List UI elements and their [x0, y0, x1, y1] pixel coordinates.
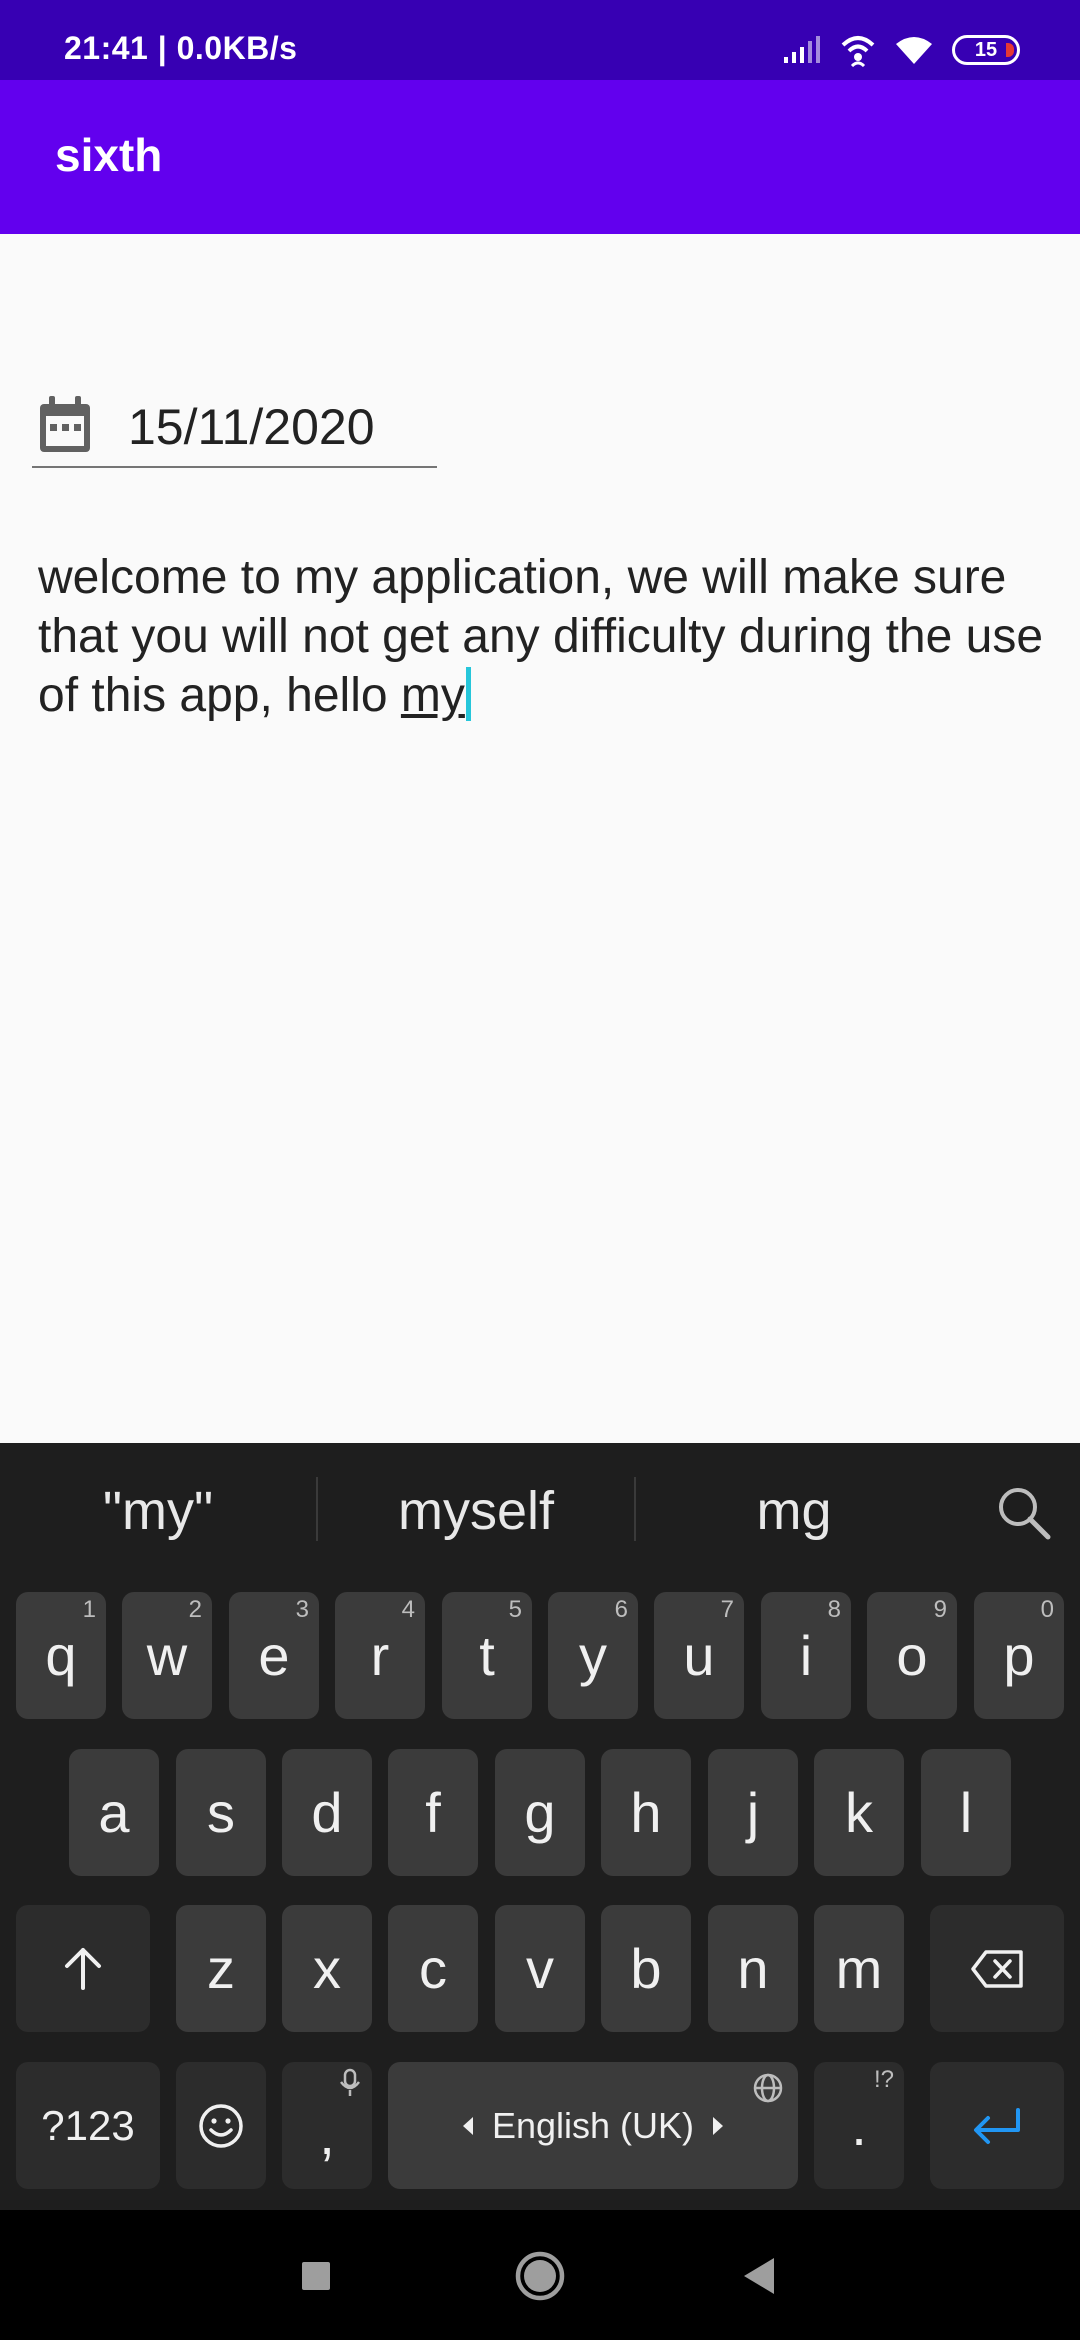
- space-language: English (UK): [462, 2105, 724, 2147]
- key-r[interactable]: r4: [335, 1592, 425, 1719]
- key-i[interactable]: i8: [761, 1592, 851, 1719]
- status-bar: 21:41 | 0.0KB/s 15: [0, 0, 1080, 80]
- recents-icon[interactable]: [300, 2260, 332, 2292]
- message-input[interactable]: welcome to my application, we will make …: [38, 548, 1048, 725]
- emoji-icon: [199, 2103, 243, 2148]
- text-cursor: [465, 667, 471, 721]
- key-f[interactable]: f: [388, 1749, 478, 1876]
- arrow-left-icon: [462, 2116, 473, 2135]
- suggestion-1[interactable]: "my": [0, 1443, 316, 1578]
- composing-word: my: [400, 669, 465, 722]
- key-c[interactable]: c: [388, 1905, 478, 2032]
- suggestion-3[interactable]: mg: [636, 1443, 952, 1578]
- date-value: 15/11/2020: [128, 399, 375, 455]
- key-o[interactable]: o9: [867, 1592, 957, 1719]
- arrow-right-icon: [713, 2116, 724, 2135]
- language-label: English (UK): [491, 2104, 695, 2146]
- battery-level: 15: [974, 38, 998, 61]
- navigation-bar: [0, 2210, 1080, 2340]
- comma-key[interactable]: ,: [282, 2062, 372, 2189]
- key-z[interactable]: z: [176, 1905, 266, 2032]
- key-y[interactable]: y6: [548, 1592, 638, 1719]
- status-icons: 15: [782, 28, 1020, 72]
- key-l[interactable]: l: [921, 1749, 1011, 1876]
- key-h[interactable]: h: [601, 1749, 691, 1876]
- soft-keyboard: "my" myself mg q1 w2 e3 r4 t5 y6 u7 i8 o…: [0, 1443, 1080, 2210]
- suggestion-2[interactable]: myself: [318, 1443, 634, 1578]
- app-title: sixth: [55, 129, 163, 181]
- key-w[interactable]: w2: [122, 1592, 212, 1719]
- period-label: .: [851, 2094, 867, 2157]
- backspace-key[interactable]: [930, 1905, 1064, 2032]
- key-b[interactable]: b: [601, 1905, 691, 2032]
- key-s[interactable]: s: [176, 1749, 266, 1876]
- calendar-icon[interactable]: [38, 394, 92, 454]
- backspace-icon: [971, 1949, 1023, 1988]
- period-hint: !?: [873, 2066, 894, 2093]
- key-g[interactable]: g: [495, 1749, 585, 1876]
- key-u[interactable]: u7: [654, 1592, 744, 1719]
- date-field[interactable]: 15/11/2020: [32, 376, 437, 468]
- mic-icon: [340, 2068, 360, 2096]
- key-x[interactable]: x: [282, 1905, 372, 2032]
- emoji-key[interactable]: [176, 2062, 266, 2189]
- key-k[interactable]: k: [814, 1749, 904, 1876]
- key-q[interactable]: q1: [16, 1592, 106, 1719]
- symbols-key[interactable]: ?123: [16, 2062, 160, 2189]
- back-icon[interactable]: [742, 2256, 776, 2296]
- home-icon[interactable]: [514, 2250, 566, 2302]
- comma-label: ,: [319, 2103, 335, 2166]
- app-bar: sixth: [0, 80, 1080, 234]
- key-a[interactable]: a: [69, 1749, 159, 1876]
- signal-icon: [784, 36, 820, 63]
- shift-key[interactable]: [16, 1905, 150, 2032]
- enter-icon: [974, 2107, 1020, 2144]
- enter-key[interactable]: [930, 2062, 1064, 2189]
- key-e[interactable]: e3: [229, 1592, 319, 1719]
- key-p[interactable]: p0: [974, 1592, 1064, 1719]
- globe-icon: [753, 2073, 783, 2103]
- status-time: 21:41 | 0.0KB/s: [64, 30, 298, 66]
- wifi-icon: [896, 37, 932, 64]
- hotspot-icon: [841, 36, 875, 67]
- shift-icon: [65, 1947, 101, 1990]
- key-v[interactable]: v: [495, 1905, 585, 2032]
- key-t[interactable]: t5: [442, 1592, 532, 1719]
- suggestion-bar: "my" myself mg: [0, 1443, 1080, 1578]
- space-key[interactable]: English (UK): [388, 2062, 798, 2189]
- key-m[interactable]: m: [814, 1905, 904, 2032]
- period-key[interactable]: . !?: [814, 2062, 904, 2189]
- key-j[interactable]: j: [708, 1749, 798, 1876]
- search-icon[interactable]: [994, 1483, 1052, 1541]
- message-text: welcome to my application, we will make …: [38, 551, 1044, 722]
- battery-indicator: 15: [952, 35, 1020, 65]
- key-n[interactable]: n: [708, 1905, 798, 2032]
- key-d[interactable]: d: [282, 1749, 372, 1876]
